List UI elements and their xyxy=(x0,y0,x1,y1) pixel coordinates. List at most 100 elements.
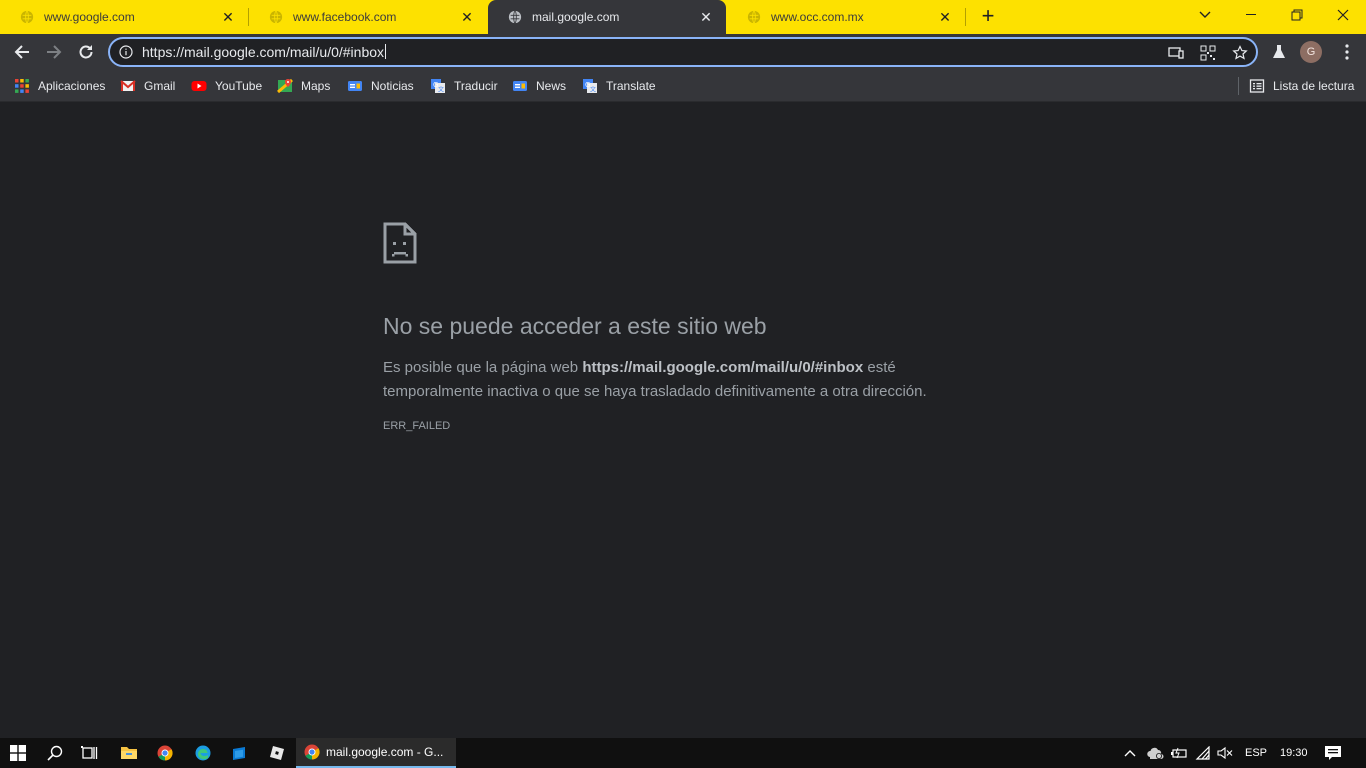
tab-search-button[interactable] xyxy=(1182,0,1228,30)
cast-button[interactable] xyxy=(1166,43,1186,63)
edge-icon xyxy=(195,745,211,761)
language-indicator[interactable]: ESP xyxy=(1245,738,1267,768)
svg-text:文: 文 xyxy=(590,86,596,94)
edge-button[interactable] xyxy=(186,738,220,768)
close-tab-icon[interactable]: ✕ xyxy=(698,9,714,25)
sad-page-icon xyxy=(383,222,417,264)
close-tab-icon[interactable]: ✕ xyxy=(220,9,236,25)
cloud-icon xyxy=(1147,747,1164,759)
arrow-left-icon xyxy=(14,45,29,59)
close-window-button[interactable] xyxy=(1320,0,1366,30)
tab-title: www.occ.com.mx xyxy=(771,10,864,24)
bookmark-aplicaciones[interactable]: Aplicaciones xyxy=(14,76,105,96)
error-url: https://mail.google.com/mail/u/0/#inbox xyxy=(582,359,864,376)
windows-icon xyxy=(10,745,26,761)
news-icon xyxy=(348,81,362,91)
bookmark-noticias[interactable]: Noticias xyxy=(347,76,414,96)
avatar[interactable]: G xyxy=(1300,41,1322,63)
reading-list-label: Lista de lectura xyxy=(1273,79,1355,93)
address-bar[interactable]: https://mail.google.com/mail/u/0/#inbox xyxy=(108,37,1258,67)
chevron-up-icon xyxy=(1124,750,1136,757)
bookmark-label: Translate xyxy=(606,79,656,93)
close-tab-icon[interactable]: ✕ xyxy=(459,9,475,25)
bookmark-label: News xyxy=(536,79,567,93)
wifi-icon xyxy=(1195,746,1210,760)
bookmark-label: Aplicaciones xyxy=(38,79,106,93)
globe-icon xyxy=(747,10,761,24)
chevron-down-icon xyxy=(1199,11,1211,18)
menu-button[interactable] xyxy=(1336,41,1358,63)
toolbar: https://mail.google.com/mail/u/0/#inbox … xyxy=(0,34,1366,70)
tab-google[interactable]: www.google.com ✕ xyxy=(0,0,248,34)
reload-icon xyxy=(79,45,93,59)
labs-button[interactable] xyxy=(1268,41,1290,63)
arrow-right-icon xyxy=(47,45,62,59)
onedrive-tray[interactable] xyxy=(1144,738,1166,768)
minimize-icon xyxy=(1246,14,1256,15)
error-page: No se puede acceder a este sitio web Es … xyxy=(0,102,1366,738)
news-icon xyxy=(513,81,527,91)
battery-tray[interactable] xyxy=(1168,738,1190,768)
bookmark-label: Noticias xyxy=(371,79,414,93)
show-hidden-icons-button[interactable] xyxy=(1120,738,1140,768)
apps-grid-icon xyxy=(15,79,29,93)
qr-code-button[interactable] xyxy=(1198,43,1218,63)
tab-title: mail.google.com xyxy=(532,10,620,24)
bookmark-maps[interactable]: Maps xyxy=(277,76,330,96)
bookmark-traducir[interactable]: G文 Traducir xyxy=(430,76,498,96)
chrome-taskbar-button[interactable] xyxy=(148,738,182,768)
close-tab-icon[interactable]: ✕ xyxy=(937,9,953,25)
restore-button[interactable] xyxy=(1274,0,1320,30)
minimize-button[interactable] xyxy=(1228,0,1274,30)
tab-strip: www.google.com ✕ www.facebook.com ✕ mail… xyxy=(0,0,1366,34)
back-button[interactable] xyxy=(8,38,36,66)
tab-occ[interactable]: www.occ.com.mx ✕ xyxy=(727,0,965,34)
reload-button[interactable] xyxy=(72,38,100,66)
tab-divider xyxy=(965,8,966,26)
restore-icon xyxy=(1291,9,1303,21)
reading-list-icon xyxy=(1249,79,1265,93)
volume-tray[interactable] xyxy=(1214,738,1236,768)
star-icon xyxy=(1232,45,1248,60)
info-icon[interactable] xyxy=(119,45,133,59)
tab-title: www.facebook.com xyxy=(293,10,397,24)
battery-icon xyxy=(1171,747,1187,759)
globe-icon xyxy=(269,10,283,24)
bookmark-gmail[interactable]: Gmail xyxy=(120,76,175,96)
bookmarks-divider xyxy=(1238,77,1239,95)
bookmark-translate[interactable]: G文 Translate xyxy=(582,76,656,96)
taskbar-app-chrome[interactable]: mail.google.com - G... xyxy=(296,738,456,768)
notifications-button[interactable] xyxy=(1320,738,1346,768)
globe-icon xyxy=(508,10,522,24)
error-code[interactable]: ERR_FAILED xyxy=(383,420,450,432)
url-text[interactable]: https://mail.google.com/mail/u/0/#inbox xyxy=(142,44,387,60)
reading-list-button[interactable]: Lista de lectura xyxy=(1249,76,1354,96)
bookmark-star-button[interactable] xyxy=(1230,43,1250,63)
bookmarks-bar: Aplicaciones Gmail YouTube Maps Noticias… xyxy=(0,70,1366,102)
svg-text:文: 文 xyxy=(438,86,444,94)
bookmark-label: Maps xyxy=(301,79,331,93)
chrome-icon xyxy=(304,744,320,760)
new-tab-button[interactable]: + xyxy=(976,5,1000,29)
taskbar: mail.google.com - G... ESP 19:30 xyxy=(0,738,1366,768)
flask-icon xyxy=(1273,45,1285,58)
chrome-icon xyxy=(157,745,173,761)
wifi-tray[interactable] xyxy=(1192,738,1214,768)
start-button[interactable] xyxy=(0,738,36,768)
forward-button[interactable] xyxy=(40,38,68,66)
error-description: Es posible que la página web https://mai… xyxy=(383,359,927,400)
roblox-button[interactable] xyxy=(260,738,294,768)
task-view-button[interactable] xyxy=(72,738,106,768)
bookmark-news[interactable]: News xyxy=(512,76,566,96)
tab-mail-google[interactable]: mail.google.com ✕ xyxy=(488,0,726,34)
store-button[interactable] xyxy=(222,738,256,768)
clock[interactable]: 19:30 xyxy=(1280,738,1308,768)
notification-icon xyxy=(1325,746,1341,760)
bookmark-youtube[interactable]: YouTube xyxy=(191,76,262,96)
close-icon xyxy=(1337,9,1349,21)
folder-icon xyxy=(121,747,137,759)
taskbar-app-title: mail.google.com - G... xyxy=(326,745,444,759)
file-explorer-button[interactable] xyxy=(112,738,146,768)
tab-facebook[interactable]: www.facebook.com ✕ xyxy=(249,0,487,34)
search-button[interactable] xyxy=(38,738,72,768)
